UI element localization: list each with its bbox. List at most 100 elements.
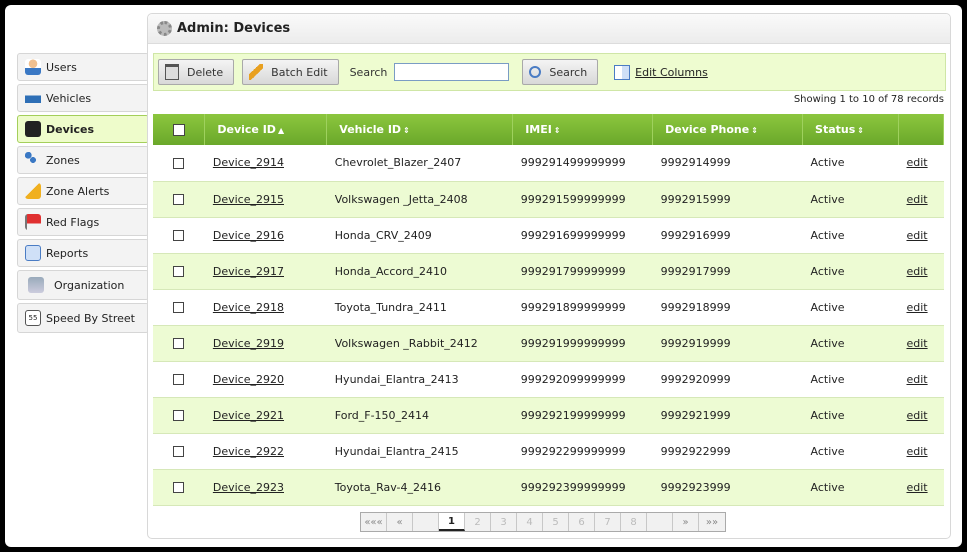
edit-columns-icon (614, 64, 631, 80)
status-cell: Active (802, 361, 899, 398)
column-header-status[interactable]: Status ⇕ (802, 114, 899, 145)
first-page-button[interactable]: ««« (361, 513, 387, 531)
sidebar-item-reports[interactable]: Reports (17, 239, 149, 267)
row-checkbox[interactable] (173, 482, 185, 493)
edit-link[interactable]: edit (906, 481, 927, 494)
device-id-link[interactable]: Device_2918 (213, 301, 284, 314)
edit-cell: edit (898, 433, 944, 470)
imei-cell: 999292399999999 (512, 469, 653, 506)
device-id-link[interactable]: Device_2922 (213, 445, 284, 458)
devices-panel: Admin: Devices Delete Batch Edit Search … (147, 13, 951, 539)
row-checkbox[interactable] (173, 194, 185, 205)
page-button-2[interactable]: 2 (465, 513, 491, 531)
device-id-link[interactable]: Device_2920 (213, 373, 284, 386)
row-checkbox[interactable] (173, 374, 185, 385)
gear-icon (157, 21, 172, 36)
row-checkbox[interactable] (173, 266, 185, 277)
sidebar-item-zone-alerts[interactable]: Zone Alerts (17, 177, 149, 205)
row-checkbox[interactable] (173, 302, 185, 313)
search-button[interactable]: Search (522, 59, 599, 85)
delete-button[interactable]: Delete (158, 59, 235, 85)
column-header-imei[interactable]: IMEI ⇕ (512, 114, 654, 145)
edit-link[interactable]: edit (906, 229, 927, 242)
edit-cell: edit (898, 397, 944, 434)
sidebar-item-red-flags[interactable]: Red Flags (17, 208, 149, 236)
sidebar-item-label: Users (46, 60, 77, 74)
device-id-cell: Device_2917 (204, 253, 327, 290)
edit-columns-link[interactable]: Edit Columns (614, 64, 708, 80)
edit-columns-label: Edit Columns (635, 65, 708, 79)
row-checkbox[interactable] (173, 446, 185, 457)
sort-icon: ⇕ (553, 126, 561, 135)
device-id-link[interactable]: Device_2916 (213, 229, 284, 242)
device-id-link[interactable]: Device_2919 (213, 337, 284, 350)
edit-cell: edit (898, 181, 944, 218)
select-all-checkbox[interactable] (172, 124, 185, 136)
edit-cell: edit (898, 325, 944, 362)
vehicle-id-cell: Ford_F-150_2414 (326, 397, 513, 434)
device-id-link[interactable]: Device_2921 (213, 409, 284, 422)
page-button-3[interactable]: 3 (491, 513, 517, 531)
sidebar-item-devices[interactable]: Devices (17, 115, 149, 143)
sidebar-item-speed-by-street[interactable]: 55 Speed By Street (17, 303, 149, 333)
table-row: Device_2918 Toyota_Tundra_2411 999291899… (153, 289, 944, 326)
edit-link[interactable]: edit (906, 445, 927, 458)
status-cell: Active (802, 325, 899, 362)
device-id-cell: Device_2920 (204, 361, 327, 398)
page-button-6[interactable]: 6 (569, 513, 595, 531)
prev-page-button[interactable]: « (387, 513, 413, 531)
sidebar-item-zones[interactable]: Zones (17, 146, 149, 174)
device-phone-cell: 9992922999 (652, 433, 803, 470)
pencil-icon (249, 64, 264, 80)
row-checkbox[interactable] (173, 410, 185, 421)
column-header-vehicle-id[interactable]: Vehicle ID ⇕ (326, 114, 514, 145)
sidebar-item-label: Devices (46, 122, 95, 136)
batch-edit-button[interactable]: Batch Edit (242, 59, 339, 85)
device-id-link[interactable]: Device_2914 (213, 156, 284, 169)
edit-link[interactable]: edit (906, 156, 927, 169)
vehicle-id-cell: Honda_Accord_2410 (326, 253, 513, 290)
row-checkbox[interactable] (173, 338, 185, 349)
device-phone-cell: 9992919999 (652, 325, 803, 362)
device-id-link[interactable]: Device_2923 (213, 481, 284, 494)
search-input[interactable] (394, 63, 510, 81)
sidebar-item-users[interactable]: Users (17, 53, 149, 81)
trash-icon (165, 64, 179, 80)
device-id-link[interactable]: Device_2917 (213, 265, 284, 278)
edit-link[interactable]: edit (906, 409, 927, 422)
row-checkbox[interactable] (173, 157, 185, 169)
row-checkbox[interactable] (173, 230, 185, 241)
device-id-cell: Device_2921 (204, 397, 327, 434)
table-header-row: Device ID ▲ Vehicle ID ⇕ IMEI ⇕ Device Phon… (153, 114, 945, 145)
device-phone-cell: 9992920999 (652, 361, 803, 398)
vehicle-id-cell: Volkswagen _Jetta_2408 (326, 181, 513, 218)
row-select-cell (153, 289, 205, 326)
page-button-5[interactable]: 5 (543, 513, 569, 531)
edit-link[interactable]: edit (906, 301, 927, 314)
page-button-1[interactable]: 1 (439, 513, 465, 531)
page-button-8[interactable]: 8 (621, 513, 647, 531)
sidebar-nav: Users Vehicles Devices Zones Zone Alerts… (17, 53, 149, 336)
edit-link[interactable]: edit (906, 193, 927, 206)
column-header-actions (898, 114, 945, 145)
edit-link[interactable]: edit (906, 265, 927, 278)
table-row: Device_2916 Honda_CRV_2409 9992916999999… (153, 217, 944, 254)
edit-link[interactable]: edit (906, 337, 927, 350)
sidebar-item-vehicles[interactable]: Vehicles (17, 84, 149, 112)
device-id-link[interactable]: Device_2915 (213, 193, 284, 206)
column-header-device-id[interactable]: Device ID ▲ (204, 114, 328, 145)
page-button-7[interactable]: 7 (595, 513, 621, 531)
page-button-4[interactable]: 4 (517, 513, 543, 531)
vehicle-id-cell: Honda_CRV_2409 (326, 217, 513, 254)
organization-icon (28, 277, 44, 293)
edit-link[interactable]: edit (906, 373, 927, 386)
column-header-device-phone[interactable]: Device Phone ⇕ (652, 114, 804, 145)
vehicle-id-cell: Hyundai_Elantra_2413 (326, 361, 513, 398)
zones-icon (25, 152, 41, 168)
last-page-button[interactable]: »» (699, 513, 725, 531)
row-select-cell (153, 433, 205, 470)
sidebar-item-organization[interactable]: Organization (17, 270, 149, 300)
sidebar-item-label: Red Flags (46, 215, 100, 229)
next-page-button[interactable]: » (673, 513, 699, 531)
sort-ascending-icon: ▲ (277, 126, 285, 135)
